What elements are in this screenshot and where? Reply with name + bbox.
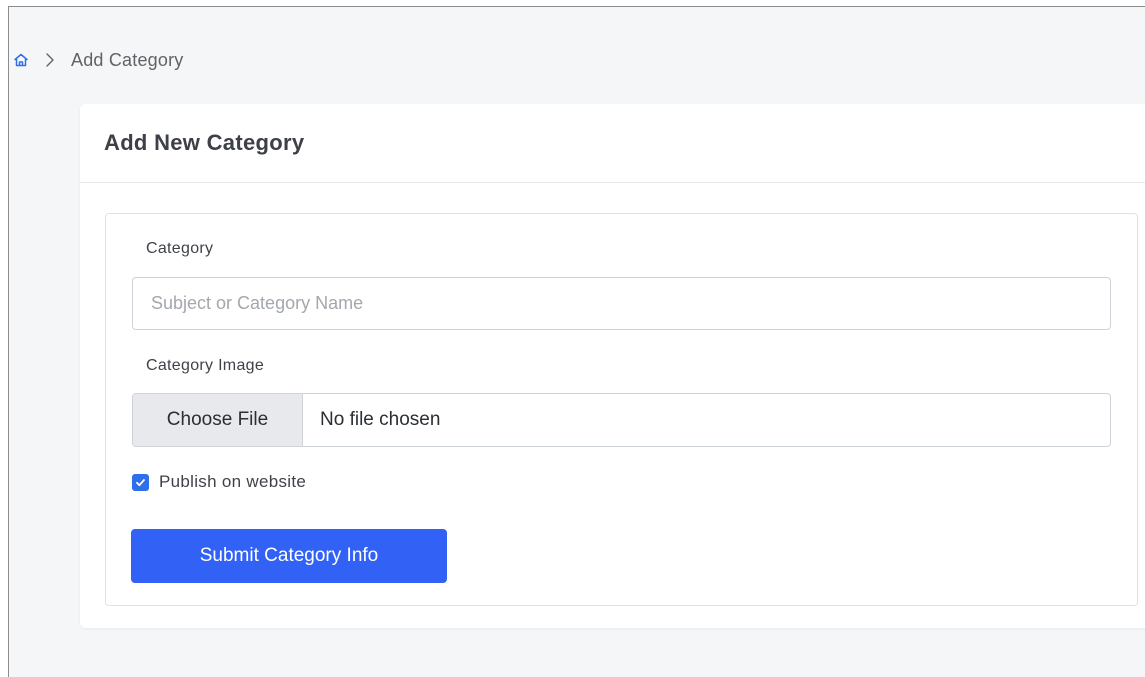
category-form: Category Category Image Choose File No f… xyxy=(105,213,1138,606)
submit-category-button[interactable]: Submit Category Info xyxy=(131,529,447,583)
choose-file-button[interactable]: Choose File xyxy=(133,394,303,446)
category-label: Category xyxy=(146,240,214,257)
publish-checkbox[interactable] xyxy=(132,473,149,491)
category-name-input[interactable] xyxy=(132,277,1111,330)
category-image-label: Category Image xyxy=(146,357,265,374)
add-category-card: Add New Category Category Category Image… xyxy=(80,104,1145,628)
app-frame: Add Category Add New Category Category C… xyxy=(8,6,1145,677)
category-image-file-input[interactable]: Choose File No file chosen xyxy=(132,393,1111,447)
file-status-text: No file chosen xyxy=(320,409,441,430)
publish-checkbox-row[interactable]: Publish on website xyxy=(132,472,306,492)
breadcrumb-current: Add Category xyxy=(71,49,184,70)
chevron-right-icon xyxy=(43,51,57,69)
publish-checkbox-label: Publish on website xyxy=(159,472,307,491)
home-icon[interactable] xyxy=(12,51,30,69)
card-header: Add New Category xyxy=(80,104,1145,183)
breadcrumb: Add Category xyxy=(12,47,183,73)
check-icon xyxy=(136,478,145,486)
card-title: Add New Category xyxy=(104,130,305,155)
